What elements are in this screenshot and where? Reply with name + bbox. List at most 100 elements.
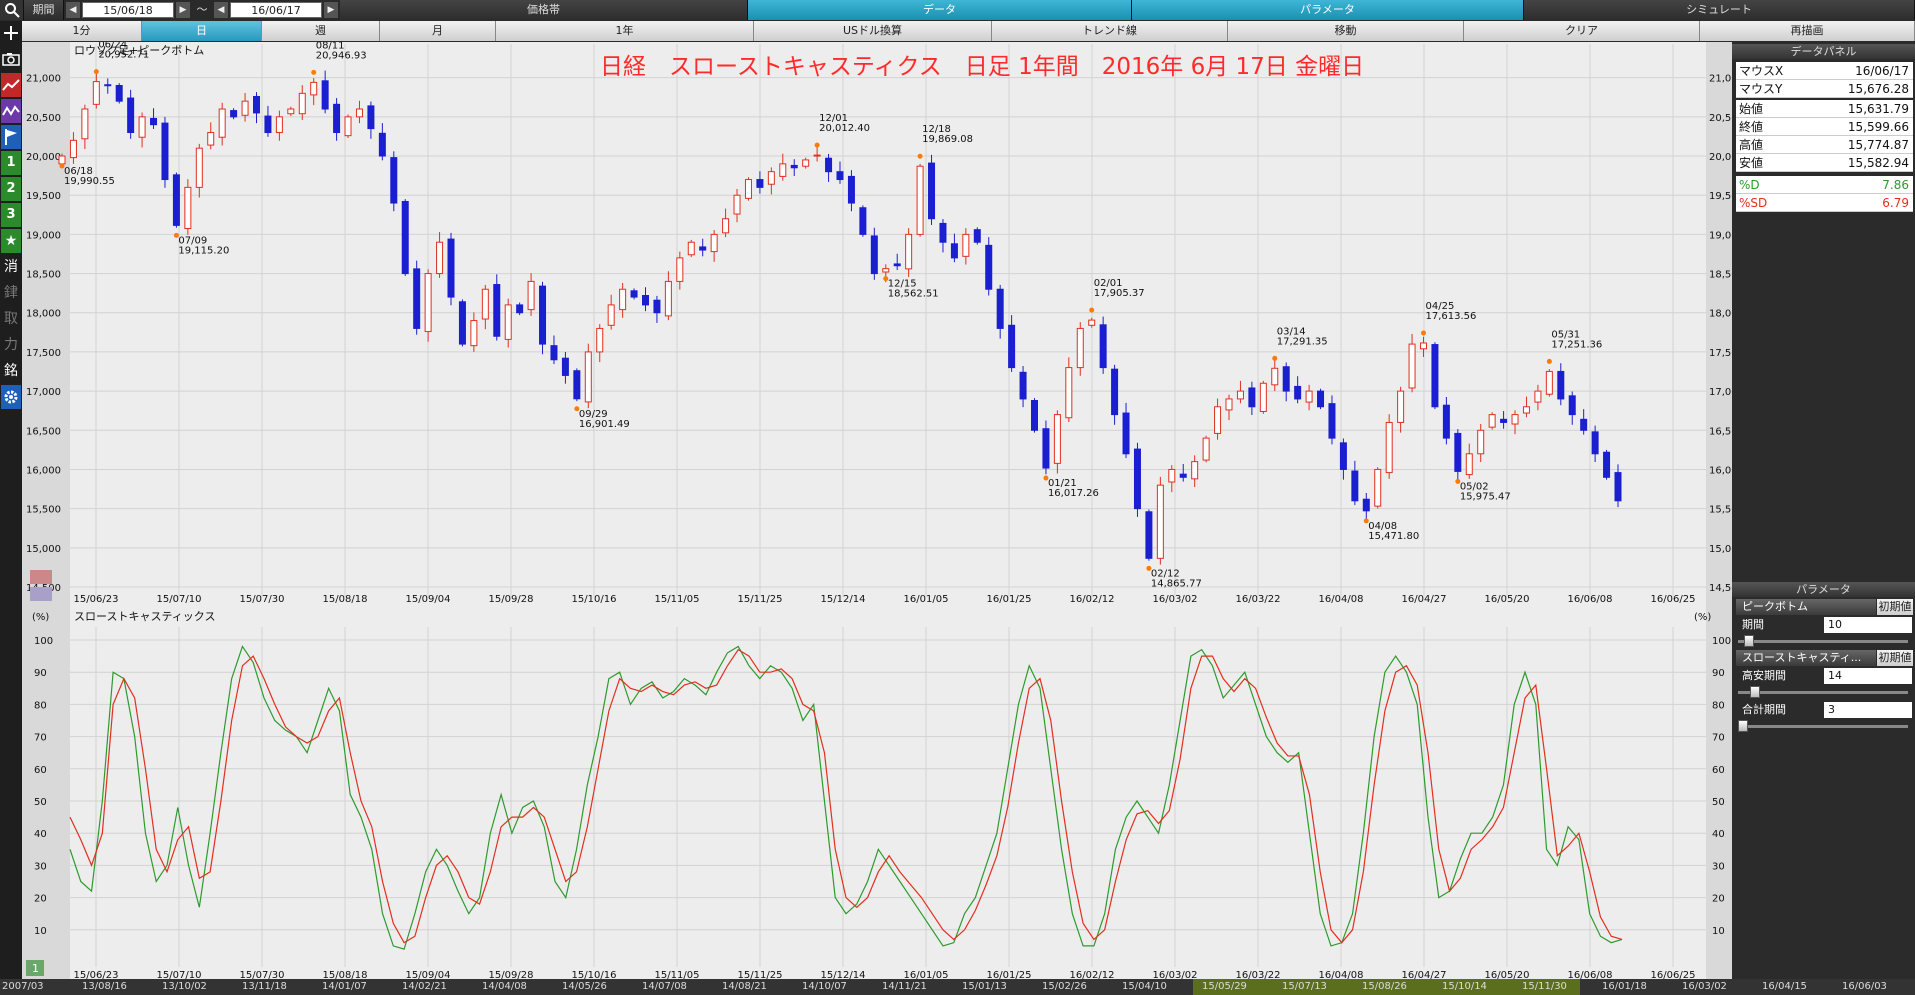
star-icon[interactable]: ★ (1, 229, 21, 253)
slider-knob[interactable] (1738, 720, 1748, 732)
datapanel-row: 始値 15,631.79 (1736, 100, 1913, 118)
y-tick-label: 90 (1712, 668, 1725, 679)
end-prev-button[interactable]: ◀ (214, 2, 228, 18)
reset-button[interactable]: 初期値 (1877, 599, 1913, 615)
candle-body (92, 81, 100, 105)
candle-body (184, 186, 192, 230)
candle-body (172, 174, 180, 226)
timeline-date-label: 15/11/30 (1522, 981, 1567, 992)
one-icon[interactable]: 1 (1, 151, 21, 175)
timeline-date-label: 14/07/08 (642, 981, 687, 992)
param-label: 合計期間 (1742, 703, 1786, 716)
candle-body (436, 241, 444, 275)
x-tick-label: 15/08/18 (323, 970, 368, 979)
scroll-up-icon[interactable] (30, 570, 52, 584)
start-next-button[interactable]: ▶ (176, 2, 190, 18)
tab-data[interactable]: データ (748, 0, 1132, 20)
plus-icon[interactable] (1, 21, 21, 45)
kanji-ken-icon[interactable]: 銉 (1, 281, 21, 305)
kanji-mei-icon[interactable]: 銘 (1, 359, 21, 383)
candle-body (424, 273, 432, 333)
trendline-button[interactable]: トレンド線 (992, 21, 1228, 41)
candle-body (1031, 400, 1038, 431)
param-slider[interactable] (1738, 686, 1908, 698)
x-tick-label: 15/11/05 (655, 970, 700, 979)
x-tick-label: 15/12/14 (821, 970, 866, 979)
datapanel-header: データパネル (1732, 44, 1915, 59)
y-tick-label: 40 (34, 829, 47, 840)
start-date-field[interactable]: 15/06/18 (82, 2, 174, 18)
timeframe-month[interactable]: 月 (380, 21, 496, 41)
kanji-chikara-icon[interactable]: 力 (1, 333, 21, 357)
three-icon[interactable]: 3 (1, 203, 21, 227)
indicator-icon[interactable] (1, 99, 21, 123)
candle-body (161, 122, 169, 181)
slider-knob[interactable] (1750, 686, 1760, 698)
annotation-value: 17,613.56 (1426, 311, 1477, 322)
x-tick-label: 15/09/28 (489, 970, 534, 979)
timeframe-1year[interactable]: 1年 (496, 21, 754, 41)
param-value-field[interactable]: 14 (1824, 668, 1912, 684)
candle-body (687, 241, 695, 256)
y-tick-label: 15,500 (1709, 505, 1732, 516)
candle-body (1191, 461, 1199, 480)
timeframe-day[interactable]: 日 (142, 21, 262, 41)
datapanel-value: 6.79 (1882, 196, 1909, 210)
x-tick-label: 15/11/25 (738, 970, 783, 979)
param-value-field[interactable]: 3 (1824, 702, 1912, 718)
scroll-down-icon[interactable] (30, 587, 52, 601)
y-tick-label: 10 (1712, 926, 1725, 937)
timeline-date-label: 14/11/21 (882, 981, 927, 992)
x-tick-label: 16/05/20 (1485, 970, 1530, 979)
peak-bottom-marker (814, 142, 820, 148)
tab-simulate[interactable]: シミュレート (1524, 0, 1915, 20)
annotation-value: 20,946.93 (316, 50, 367, 61)
flag-icon[interactable] (1, 125, 21, 149)
usd-convert-button[interactable]: USドル換算 (754, 21, 992, 41)
annotation-value: 15,471.80 (1368, 531, 1419, 542)
candle-body (1545, 370, 1553, 395)
slider-knob[interactable] (1744, 635, 1754, 647)
y-tick-label: 80 (34, 700, 47, 711)
x-tick-label: 16/05/20 (1485, 594, 1530, 605)
timeline-scroller[interactable]: 2007/03 13/08/16 13/10/02 13/11/18 14/01/07 1… (0, 979, 1915, 995)
candle-body (619, 288, 627, 311)
timeframe-1min[interactable]: 1分 (22, 21, 142, 41)
move-button[interactable]: 移動 (1228, 21, 1464, 41)
tab-parameter[interactable]: パラメータ (1132, 0, 1524, 20)
candle-body (767, 171, 775, 185)
chart-area[interactable]: 14,500 15,000 15,500 16,000 16,500 17,000 17,5… (22, 40, 1744, 981)
gear-icon[interactable] (1, 385, 21, 409)
redraw-button[interactable]: 再描画 (1700, 21, 1915, 41)
x-tick-label: 15/10/16 (572, 594, 617, 605)
candle-body (355, 108, 363, 118)
candle-body (630, 290, 638, 298)
end-date-field[interactable]: 16/06/17 (230, 2, 322, 18)
param-value-field[interactable]: 10 (1824, 617, 1912, 633)
erase-icon[interactable]: 消 (1, 255, 21, 279)
timeline-date-label: 15/05/29 (1202, 981, 1247, 992)
candle-body (1500, 418, 1508, 423)
candle-body (985, 244, 993, 290)
y-tick-label: 15,000 (1709, 544, 1732, 555)
timeframe-week[interactable]: 週 (262, 21, 380, 41)
clear-button[interactable]: クリア (1464, 21, 1700, 41)
start-prev-button[interactable]: ◀ (66, 2, 80, 18)
line-chart-icon[interactable] (1, 73, 21, 97)
camera-icon[interactable] (1, 47, 21, 71)
candle-body (195, 147, 203, 188)
y-tick-label: 70 (1712, 733, 1725, 744)
x-tick-label: 16/06/08 (1568, 970, 1613, 979)
param-slider[interactable] (1738, 720, 1908, 732)
end-next-button[interactable]: ▶ (324, 2, 338, 18)
search-icon[interactable] (0, 0, 24, 20)
candle-body (104, 84, 112, 87)
param-slider[interactable] (1738, 635, 1908, 647)
y-tick-label: 10 (34, 926, 47, 937)
reset-button[interactable]: 初期値 (1877, 650, 1913, 666)
tab-price-band[interactable]: 価格帯 (340, 0, 748, 20)
kanji-tori-icon[interactable]: 取 (1, 307, 21, 331)
two-icon[interactable]: 2 (1, 177, 21, 201)
datapanel-label: 安値 (1739, 156, 1764, 170)
x-tick-label: 16/06/25 (1651, 970, 1696, 979)
